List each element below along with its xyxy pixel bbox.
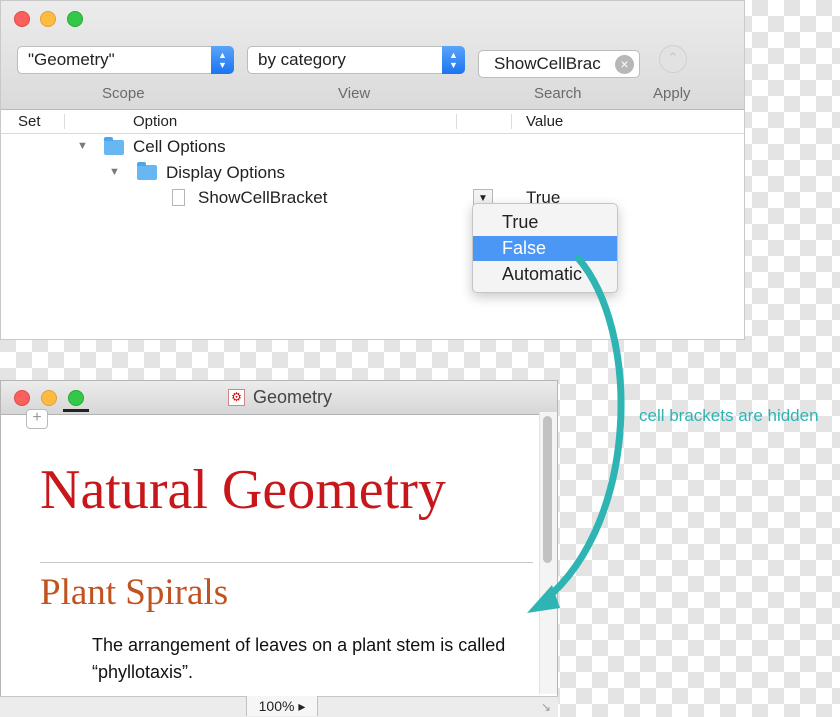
menu-item-false[interactable]: False — [473, 236, 617, 261]
minimize-window-button[interactable] — [41, 390, 57, 406]
value-dropdown-menu: True False Automatic — [472, 203, 618, 293]
column-header: Set Option Value — [1, 110, 744, 134]
folder-icon — [104, 137, 124, 155]
close-window-button[interactable] — [14, 11, 30, 27]
clear-search-icon[interactable]: × — [615, 55, 634, 74]
option-inspector-window: "Geometry" ▲ ▼ by category ▲ ▼ ShowCellBra… — [0, 0, 745, 340]
apply-label: Apply — [653, 85, 691, 102]
tree-item-display-options[interactable]: Display Options — [166, 163, 285, 183]
cell-insertion-mark — [63, 409, 89, 412]
apply-icon[interactable]: ⌃ — [659, 45, 687, 73]
scope-popup-value: "Geometry" — [28, 50, 115, 69]
minimize-window-button[interactable] — [40, 11, 56, 27]
menu-item-true[interactable]: True — [473, 210, 617, 235]
column-set[interactable]: Set — [18, 113, 41, 130]
annotation-label: cell brackets are hidden — [639, 406, 819, 425]
tree-item-showcellbracket[interactable]: ShowCellBracket — [198, 188, 327, 208]
scope-popup[interactable]: "Geometry" ▲ ▼ — [17, 46, 234, 74]
scrollbar-thumb[interactable] — [543, 416, 552, 563]
notebook-file-icon: ⚙ — [228, 389, 245, 406]
menu-item-automatic[interactable]: Automatic — [473, 262, 617, 287]
inspector-toolbar: "Geometry" ▲ ▼ by category ▲ ▼ ShowCellBra… — [1, 1, 744, 110]
close-window-button[interactable] — [14, 390, 30, 406]
column-value[interactable]: Value — [526, 113, 563, 130]
resize-grip-icon[interactable]: ↘ — [541, 700, 555, 714]
tree-item-cell-options[interactable]: Cell Options — [133, 137, 226, 157]
scope-label: Scope — [102, 85, 145, 102]
view-popup-value: by category — [258, 50, 346, 69]
notebook-title[interactable]: Natural Geometry — [40, 458, 446, 522]
folder-icon — [137, 162, 157, 180]
body-text[interactable]: The arrangement of leaves on a plant ste… — [92, 632, 512, 686]
zoom-control[interactable]: 100% ▸ — [246, 696, 318, 716]
view-stepper-icon: ▲ ▼ — [442, 46, 465, 74]
document-icon — [172, 189, 185, 206]
scope-stepper-icon: ▲ ▼ — [211, 46, 234, 74]
view-label: View — [338, 85, 371, 102]
notebook-window-title: Geometry — [253, 387, 333, 407]
view-popup[interactable]: by category ▲ ▼ — [247, 46, 465, 74]
section-heading[interactable]: Plant Spirals — [40, 571, 228, 614]
zoom-value: 100% — [258, 698, 295, 714]
title-divider — [40, 562, 533, 563]
zoom-window-button[interactable] — [67, 11, 83, 27]
search-label: Search — [534, 85, 582, 102]
disclosure-triangle-icon[interactable]: ▼ — [109, 166, 120, 178]
column-option[interactable]: Option — [133, 113, 177, 130]
zoom-arrow-icon: ▸ — [298, 698, 306, 714]
add-cell-icon[interactable]: + — [26, 409, 48, 429]
disclosure-triangle-icon[interactable]: ▼ — [77, 140, 88, 152]
zoom-window-button[interactable] — [68, 390, 84, 406]
